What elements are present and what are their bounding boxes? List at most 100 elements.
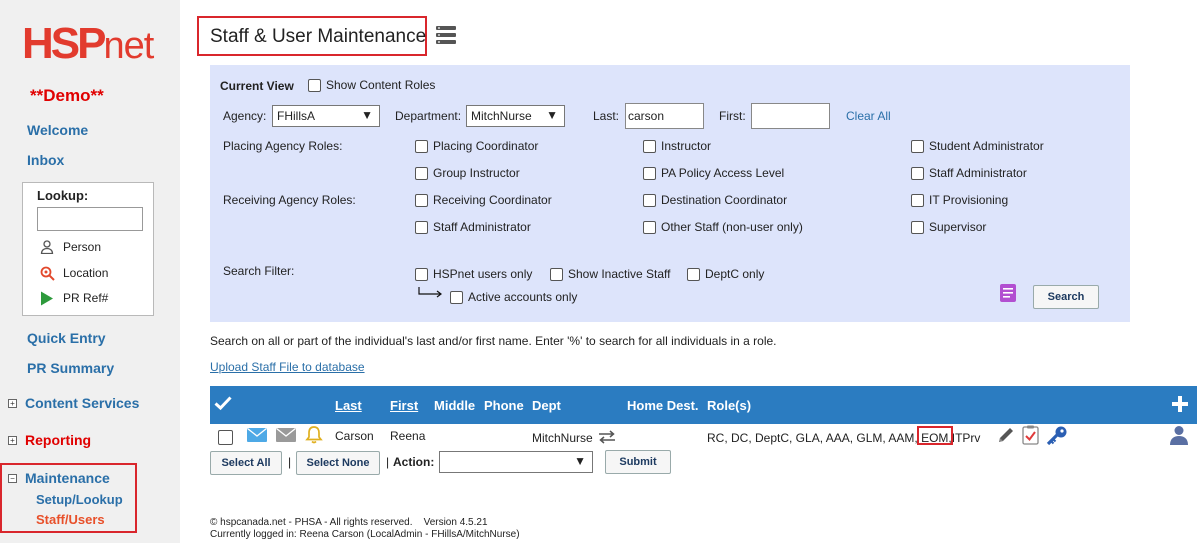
lookup-person-label: Person: [63, 240, 102, 254]
list-menu-icon[interactable]: [436, 26, 456, 44]
lookup-input[interactable]: [37, 207, 143, 231]
department-select[interactable]: MitchNurse ▼: [466, 105, 565, 127]
agency-value: FHillsA: [277, 109, 315, 123]
checkbox[interactable]: [643, 139, 656, 153]
page-title: Staff & User Maintenance: [210, 26, 427, 47]
checkbox[interactable]: [911, 166, 924, 180]
role-other-staff[interactable]: Other Staff (non-user only): [643, 220, 803, 234]
show-content-roles-checkbox[interactable]: Show Content Roles: [308, 78, 435, 92]
checkbox-label: Staff Administrator: [929, 166, 1027, 180]
checklist-icon[interactable]: [1022, 425, 1039, 445]
checkbox[interactable]: [911, 139, 924, 153]
lookup-person[interactable]: Person: [39, 239, 101, 255]
demo-label: **Demo**: [30, 86, 104, 105]
agency-select[interactable]: FHillsA ▼: [272, 105, 380, 127]
lookup-location-label: Location: [63, 266, 109, 280]
show-inactive-checkbox[interactable]: Show Inactive Staff: [550, 267, 671, 281]
search-hint: Search on all or part of the individual'…: [210, 334, 777, 348]
checkbox-label: Show Inactive Staff: [568, 267, 671, 281]
deptc-only-checkbox[interactable]: DeptC only: [687, 267, 764, 281]
transfer-icon[interactable]: [598, 430, 616, 444]
role-receiving-coordinator[interactable]: Receiving Coordinator: [415, 193, 552, 207]
dropdown-arrow-icon: ▼: [546, 108, 558, 122]
role-supervisor[interactable]: Supervisor: [911, 220, 986, 234]
nav-maintenance-label: Maintenance: [25, 470, 110, 486]
roles-text: RC, DC, DeptC, GLA, AAA, GLM, AAM,: [707, 431, 918, 445]
nav-inbox[interactable]: Inbox: [27, 152, 64, 168]
lookup-location[interactable]: Location: [39, 265, 108, 281]
col-phone: Phone: [484, 398, 524, 413]
footer-copyright: © hspcanada.net - PHSA - All rights rese…: [210, 517, 488, 528]
user-profile-icon[interactable]: [1169, 425, 1189, 445]
checkbox[interactable]: [415, 166, 428, 180]
col-last[interactable]: Last: [335, 398, 362, 413]
role-destination-coordinator[interactable]: Destination Coordinator: [643, 193, 787, 207]
role-staff-administrator-rcv[interactable]: Staff Administrator: [415, 220, 531, 234]
nav-welcome[interactable]: Welcome: [27, 122, 88, 138]
edit-pencil-icon[interactable]: [996, 426, 1015, 445]
col-middle: Middle: [434, 398, 476, 413]
submit-button[interactable]: Submit: [605, 450, 671, 474]
checkbox[interactable]: [911, 193, 924, 207]
role-it-provisioning[interactable]: IT Provisioning: [911, 193, 1008, 207]
role-itprv: ITPrv: [951, 431, 981, 445]
add-icon[interactable]: [1172, 396, 1188, 412]
role-staff-administrator-pa[interactable]: Staff Administrator: [911, 166, 1027, 180]
role-pa-policy[interactable]: PA Policy Access Level: [643, 166, 784, 180]
role-group-instructor[interactable]: Group Instructor: [415, 166, 520, 180]
placing-roles-label: Placing Agency Roles:: [223, 139, 343, 153]
col-first[interactable]: First: [390, 398, 418, 413]
row-checkbox[interactable]: [218, 430, 233, 445]
hspnet-logo[interactable]: HSPnet: [22, 22, 154, 68]
checkbox[interactable]: [308, 78, 321, 92]
checkbox[interactable]: [643, 220, 656, 234]
last-name-input[interactable]: carson: [625, 103, 704, 129]
checkbox[interactable]: [415, 267, 428, 281]
cell-last: Carson: [335, 429, 374, 443]
sub-arrow-icon: [418, 287, 444, 301]
key-icon[interactable]: [1046, 425, 1068, 446]
first-name-input[interactable]: [751, 103, 830, 129]
active-accounts-checkbox[interactable]: Active accounts only: [450, 290, 577, 304]
action-select[interactable]: ▼: [439, 451, 593, 473]
book-icon[interactable]: [999, 283, 1017, 303]
separator: |: [386, 455, 390, 469]
role-student-administrator[interactable]: Student Administrator: [911, 139, 1044, 153]
nav-setup-lookup[interactable]: Setup/Lookup: [36, 492, 123, 507]
checkbox[interactable]: [643, 166, 656, 180]
checkbox[interactable]: [415, 193, 428, 207]
select-none-button[interactable]: Select None: [296, 451, 380, 475]
bell-icon[interactable]: [305, 425, 323, 444]
clear-all-link[interactable]: Clear All: [846, 109, 891, 123]
checkbox[interactable]: [643, 193, 656, 207]
checkbox-label: IT Provisioning: [929, 193, 1009, 207]
nav-pr-summary[interactable]: PR Summary: [27, 360, 114, 376]
checkbox[interactable]: [415, 220, 428, 234]
select-all-check-icon[interactable]: [214, 395, 232, 411]
expand-icon: +: [8, 435, 17, 445]
checkbox[interactable]: [687, 267, 700, 281]
search-button[interactable]: Search: [1033, 285, 1099, 309]
checkbox[interactable]: [415, 139, 428, 153]
location-search-icon: [39, 265, 55, 281]
nav-maintenance[interactable]: − Maintenance: [8, 470, 110, 486]
nav-quick-entry[interactable]: Quick Entry: [27, 330, 106, 346]
nav-reporting-label: Reporting: [25, 432, 92, 448]
mail-icon[interactable]: [276, 427, 296, 442]
select-all-button[interactable]: Select All: [210, 451, 282, 475]
email-icon[interactable]: [247, 427, 267, 442]
lookup-pr-ref[interactable]: PR Ref#: [39, 290, 108, 306]
col-home-dest: Home Dest.: [627, 398, 699, 413]
checkbox[interactable]: [450, 290, 463, 304]
hspnet-users-only-checkbox[interactable]: HSPnet users only: [415, 267, 532, 281]
role-placing-coordinator[interactable]: Placing Coordinator: [415, 139, 538, 153]
checkbox[interactable]: [911, 220, 924, 234]
nav-reporting[interactable]: + Reporting: [8, 432, 91, 448]
lookup-label: Lookup:: [37, 188, 89, 203]
checkbox[interactable]: [550, 267, 563, 281]
nav-staff-users[interactable]: Staff/Users: [36, 512, 105, 527]
upload-staff-file-link[interactable]: Upload Staff File to database: [210, 360, 365, 374]
role-instructor[interactable]: Instructor: [643, 139, 711, 153]
lookup-pr-ref-label: PR Ref#: [63, 291, 109, 305]
nav-content-services[interactable]: + Content Services: [8, 395, 139, 411]
